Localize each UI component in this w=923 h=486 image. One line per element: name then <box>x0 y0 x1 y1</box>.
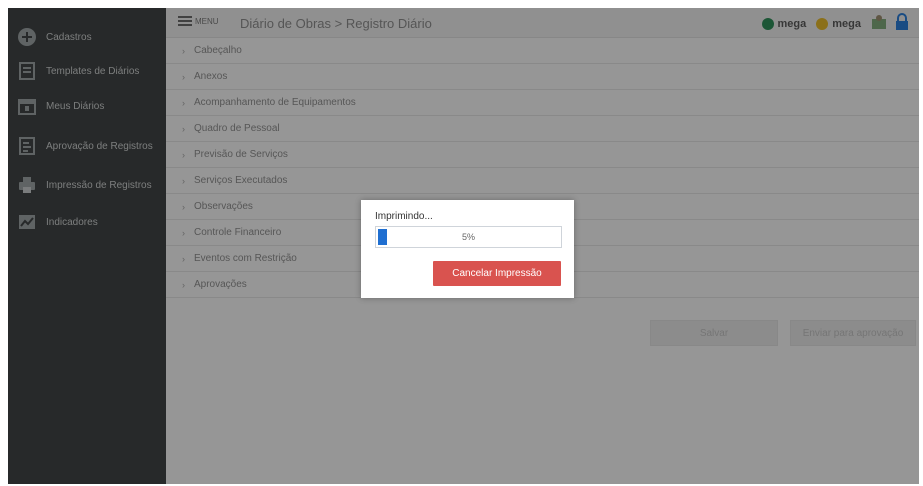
app-window: Cadastros Templates de Diários Meus Diár… <box>8 8 919 484</box>
dialog-title: Imprimindo... <box>375 211 433 222</box>
progress-bar: 5% <box>375 226 562 248</box>
cancel-print-button[interactable]: Cancelar Impressão <box>433 261 561 286</box>
print-progress-dialog: Imprimindo... 5% Cancelar Impressão <box>361 200 574 298</box>
progress-text: 5% <box>461 232 475 242</box>
